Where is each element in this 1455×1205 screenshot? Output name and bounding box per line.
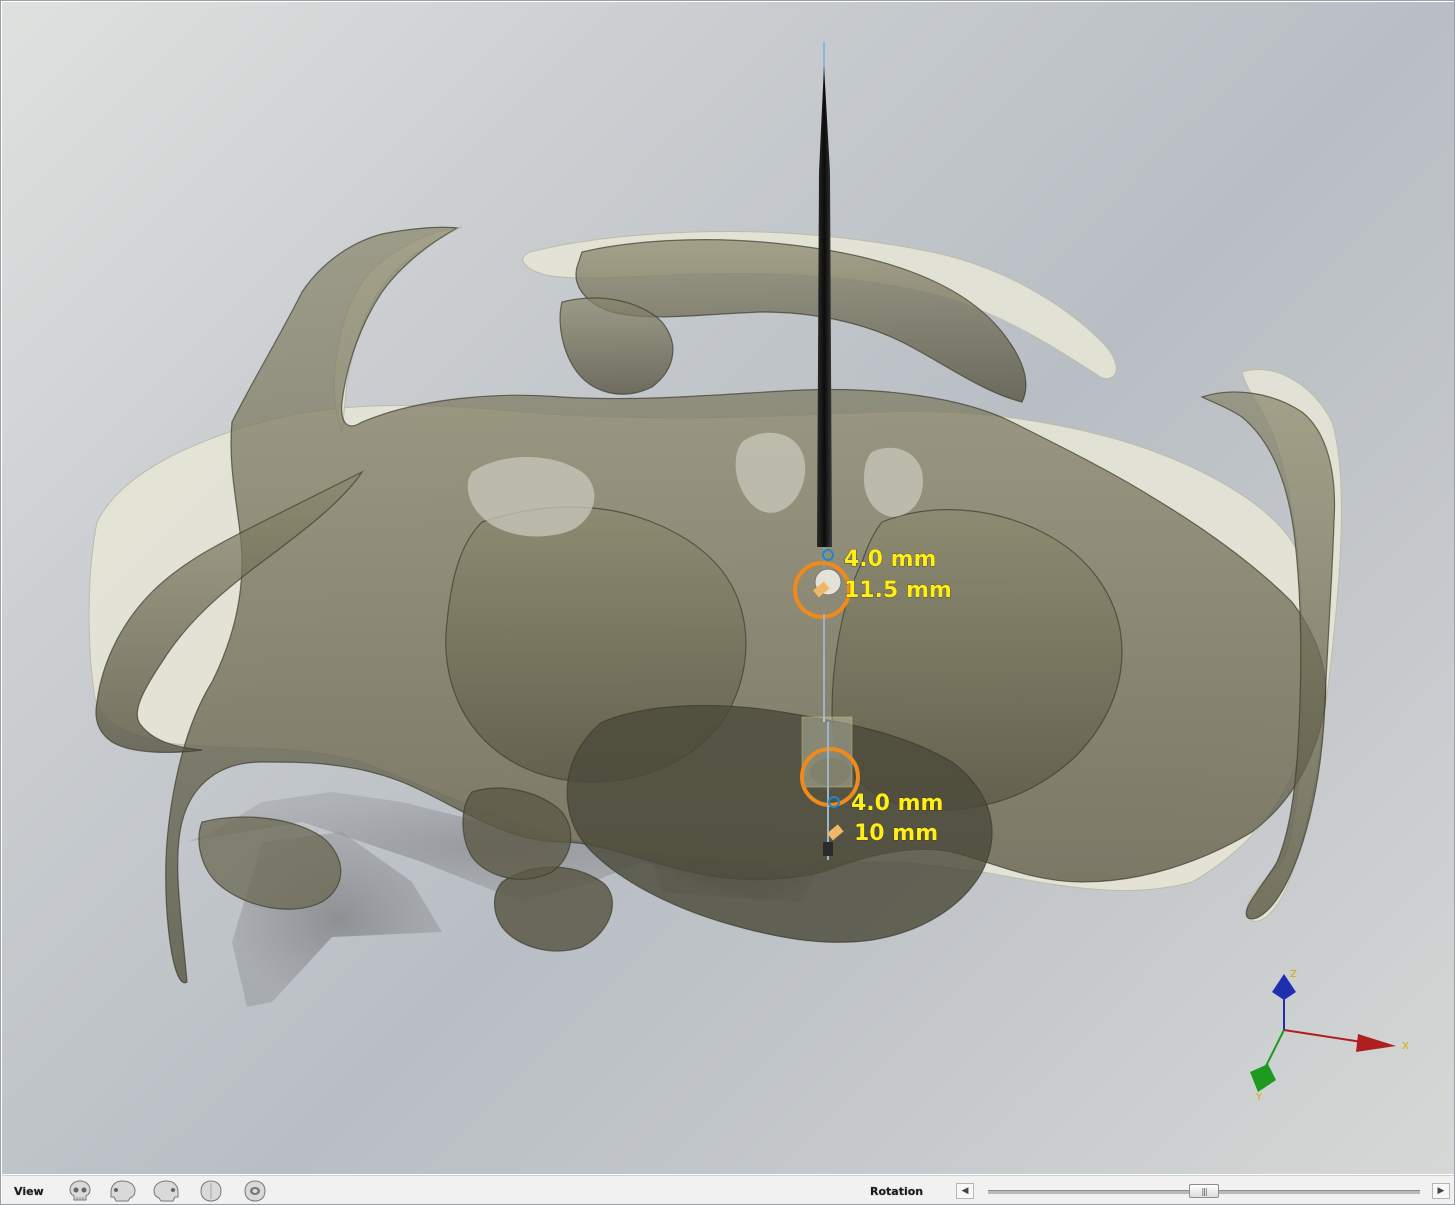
implant-1-drill-shaft bbox=[817, 66, 832, 547]
rotation-scroll-right-button[interactable]: ▶ bbox=[1432, 1183, 1450, 1199]
skull-side-right-icon[interactable] bbox=[151, 1178, 181, 1204]
skull-bottom-icon[interactable] bbox=[240, 1178, 270, 1204]
rotation-label: Rotation bbox=[870, 1185, 924, 1198]
view-label: View bbox=[14, 1185, 44, 1198]
implant-2-diameter: 4.0 mm bbox=[851, 791, 943, 816]
implant-1-length: 11.5 mm bbox=[844, 578, 952, 603]
axis-y-arrow bbox=[1250, 1064, 1276, 1092]
axis-x-arrow bbox=[1356, 1034, 1396, 1052]
axis-z-label: Z bbox=[1290, 969, 1297, 980]
skull-front-icon[interactable] bbox=[65, 1178, 95, 1204]
skull-side-left-icon[interactable] bbox=[108, 1178, 138, 1204]
implant-1-diameter: 4.0 mm bbox=[844, 547, 936, 572]
3d-viewport[interactable]: 4.0 mm 11.5 mm 4.0 mm 10 mm X Z Y bbox=[2, 2, 1454, 1174]
implant-planning-viewer: 4.0 mm 11.5 mm 4.0 mm 10 mm X Z Y View R… bbox=[0, 0, 1455, 1205]
rotation-slider-thumb[interactable]: ||| bbox=[1189, 1184, 1219, 1198]
rotation-scroll-left-button[interactable]: ◀ bbox=[956, 1183, 974, 1199]
implant-2-length: 10 mm bbox=[854, 821, 938, 846]
skull-top-icon[interactable] bbox=[196, 1178, 226, 1204]
axis-gizmo: X Z Y bbox=[1250, 969, 1409, 1103]
3d-scene[interactable]: 4.0 mm 11.5 mm 4.0 mm 10 mm X Z Y bbox=[2, 2, 1454, 1174]
maxilla-bone-model[interactable] bbox=[95, 226, 1336, 984]
axis-y-line bbox=[1263, 1029, 1285, 1071]
axis-x-label: X bbox=[1402, 1041, 1409, 1052]
view-toolbar: View Rotation ◀ ||| ▶ bbox=[2, 1175, 1454, 1204]
axis-y-label: Y bbox=[1255, 1092, 1263, 1103]
axis-x-line bbox=[1283, 1029, 1363, 1043]
